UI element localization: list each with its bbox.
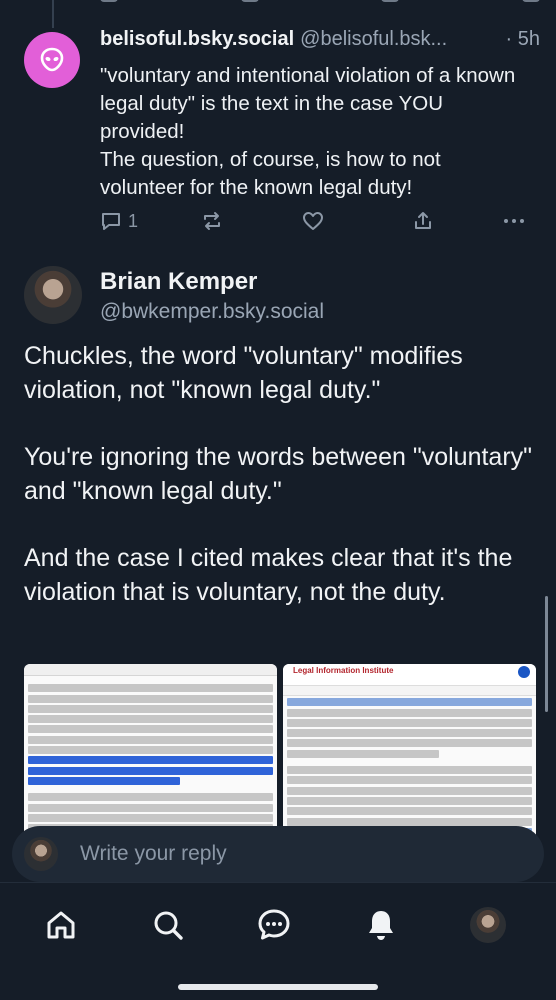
- blue-dot-icon: [518, 666, 530, 678]
- post-paragraph: Chuckles, the word "voluntary" modifies …: [24, 342, 463, 404]
- attached-image[interactable]: [24, 664, 277, 839]
- prev-action-icon: [100, 0, 118, 2]
- avatar[interactable]: [24, 266, 82, 324]
- search-icon: [154, 911, 183, 940]
- reply-button[interactable]: 1: [100, 210, 138, 232]
- tab-profile[interactable]: [468, 905, 508, 945]
- thread-connector-line: [52, 0, 54, 28]
- author-display-name[interactable]: belisoful.bsky.social: [100, 28, 294, 51]
- prev-action-icon: [381, 0, 400, 2]
- prev-action-icon: [240, 0, 259, 2]
- repost-icon: [204, 212, 220, 230]
- post-images: Legal Information Institute: [24, 664, 536, 839]
- avatar[interactable]: [24, 32, 80, 88]
- like-button[interactable]: [301, 210, 325, 232]
- author-handle[interactable]: @bwkemper.bsky.social: [100, 300, 324, 324]
- profile-avatar: [470, 907, 506, 943]
- home-indicator: [178, 984, 378, 990]
- reply-header: belisoful.bsky.social @belisoful.bsk... …: [100, 28, 540, 51]
- ellipsis-icon: [504, 219, 524, 223]
- author-handle[interactable]: @belisoful.bsk...: [300, 28, 447, 51]
- tab-notifications[interactable]: [361, 905, 401, 945]
- author-display-name[interactable]: Brian Kemper: [100, 268, 257, 296]
- post-text: "voluntary and intentional violation of …: [100, 64, 516, 199]
- avatar: [24, 837, 58, 871]
- repost-button[interactable]: [200, 210, 224, 232]
- more-options-button[interactable]: [502, 210, 526, 232]
- previous-post-actions: [100, 0, 540, 8]
- home-icon: [47, 911, 75, 939]
- bottom-tab-bar: [0, 882, 556, 1000]
- alien-icon: [40, 47, 64, 72]
- tab-chat[interactable]: [254, 905, 294, 945]
- post-timestamp[interactable]: · 5h: [506, 28, 540, 51]
- post-text: Chuckles, the word "voluntary" modifies …: [24, 340, 539, 643]
- post-paragraph: You're ignoring the words between "volun…: [24, 443, 533, 505]
- reply-icon: [102, 213, 120, 230]
- tab-home[interactable]: [41, 905, 81, 945]
- chat-icon: [258, 909, 290, 940]
- image-nav-strip: [24, 664, 277, 676]
- reply-composer[interactable]: Write your reply: [12, 826, 544, 882]
- share-icon: [415, 212, 431, 229]
- reply-count: 1: [128, 210, 139, 231]
- heart-icon: [303, 212, 323, 230]
- image-site-header: Legal Information Institute: [283, 664, 536, 686]
- image-site-title: Legal Information Institute: [293, 666, 394, 675]
- post-actions: 1: [100, 210, 530, 236]
- prev-action-icon: [521, 0, 540, 2]
- tab-search[interactable]: [148, 905, 188, 945]
- scrollbar-thumb[interactable]: [545, 596, 548, 712]
- attached-image[interactable]: Legal Information Institute: [283, 664, 536, 839]
- bell-icon: [369, 911, 393, 940]
- reply-post[interactable]: belisoful.bsky.social @belisoful.bsk... …: [0, 26, 556, 241]
- share-button[interactable]: [412, 210, 434, 232]
- post-paragraph: And the case I cited makes clear that it…: [24, 544, 513, 606]
- reply-input-placeholder[interactable]: Write your reply: [80, 842, 227, 866]
